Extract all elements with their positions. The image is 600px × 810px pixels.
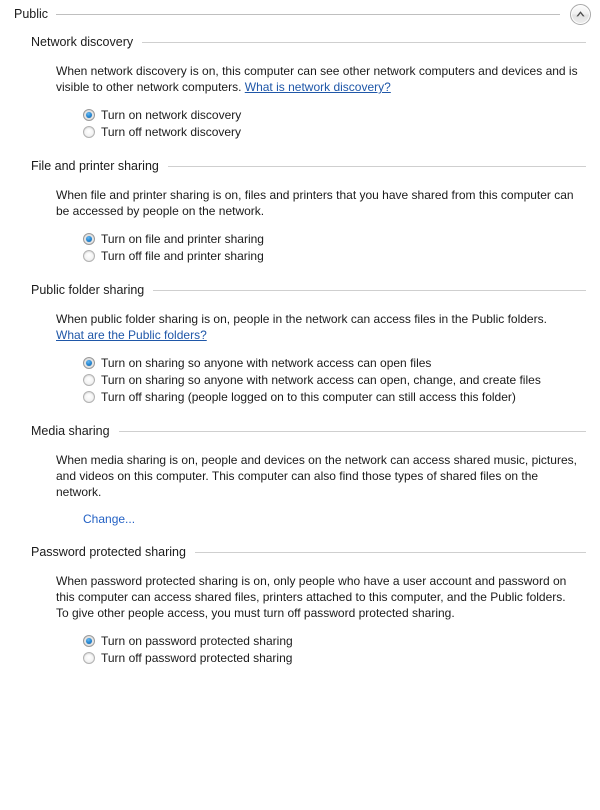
section-header: Password protected sharing <box>0 542 600 562</box>
section-header-rule <box>142 41 586 43</box>
radio-option[interactable]: Turn off password protected sharing <box>83 650 578 666</box>
radio-option[interactable]: Turn on password protected sharing <box>83 633 578 649</box>
action-link-row: Change... <box>56 512 578 526</box>
help-link[interactable]: What are the Public folders? <box>56 328 207 342</box>
section-description: When public folder sharing is on, people… <box>56 312 547 342</box>
chevron-up-icon[interactable] <box>570 3 591 25</box>
section-password-protected-sharing: Password protected sharing When password … <box>0 542 600 666</box>
section-public-folder-sharing: Public folder sharing When public folder … <box>0 280 600 405</box>
section-body: When public folder sharing is on, people… <box>0 311 600 405</box>
radio-option-label: Turn on sharing so anyone with network a… <box>101 356 432 370</box>
section-network-discovery: Network discovery When network discovery … <box>0 32 600 140</box>
section-header: Network discovery <box>0 32 600 52</box>
radio-button-selected[interactable] <box>83 357 95 369</box>
radio-option[interactable]: Turn on file and printer sharing <box>83 231 578 247</box>
section-header: Public folder sharing <box>0 280 600 300</box>
section-description: When media sharing is on, people and dev… <box>56 453 577 499</box>
radio-option-label: Turn on network discovery <box>101 108 242 122</box>
radio-option-label: Turn on password protected sharing <box>101 634 293 648</box>
radio-option-label: Turn off password protected sharing <box>101 651 293 665</box>
radio-button-unselected[interactable] <box>83 652 95 664</box>
radio-group: Turn on network discovery Turn off networ… <box>56 107 578 140</box>
group-header-rule <box>56 13 560 15</box>
section-header-rule <box>118 430 586 432</box>
section-description: When password protected sharing is on, o… <box>56 574 567 620</box>
radio-option-label: Turn on file and printer sharing <box>101 232 264 246</box>
radio-button-selected[interactable] <box>83 109 95 121</box>
radio-button-selected[interactable] <box>83 635 95 647</box>
radio-option[interactable]: Turn off file and printer sharing <box>83 248 578 264</box>
group-header-public: Public <box>0 0 600 28</box>
section-description: When file and printer sharing is on, fil… <box>56 188 574 218</box>
help-link[interactable]: What is network discovery? <box>245 80 391 94</box>
section-title: File and printer sharing <box>31 159 159 173</box>
radio-button-unselected[interactable] <box>83 250 95 262</box>
radio-option-label: Turn off file and printer sharing <box>101 249 264 263</box>
section-description: When network discovery is on, this compu… <box>56 64 578 94</box>
section-file-and-printer-sharing: File and printer sharing When file and pr… <box>0 156 600 264</box>
radio-option[interactable]: Turn off network discovery <box>83 124 578 140</box>
radio-option[interactable]: Turn off sharing (people logged on to th… <box>83 389 578 405</box>
group-title: Public <box>14 7 49 21</box>
section-title: Public folder sharing <box>31 283 145 297</box>
section-body: When file and printer sharing is on, fil… <box>0 187 600 264</box>
section-title: Media sharing <box>31 424 110 438</box>
section-header-rule <box>153 289 586 291</box>
radio-group: Turn on file and printer sharing Turn off… <box>56 231 578 264</box>
change-link[interactable]: Change... <box>83 512 135 526</box>
radio-option[interactable]: Turn on network discovery <box>83 107 578 123</box>
radio-button-unselected[interactable] <box>83 374 95 386</box>
advanced-sharing-settings-page: { "group": { "title": "Public", "collaps… <box>0 0 600 810</box>
radio-option-label: Turn on sharing so anyone with network a… <box>101 373 541 387</box>
section-title: Network discovery <box>31 35 134 49</box>
sections-container: Network discovery When network discovery … <box>0 32 600 666</box>
radio-button-selected[interactable] <box>83 233 95 245</box>
radio-option-label: Turn off network discovery <box>101 125 242 139</box>
radio-button-unselected[interactable] <box>83 391 95 403</box>
section-body: When network discovery is on, this compu… <box>0 63 600 140</box>
section-header-rule <box>194 551 586 553</box>
section-media-sharing: Media sharing When media sharing is on, p… <box>0 421 600 526</box>
radio-button-unselected[interactable] <box>83 126 95 138</box>
section-header-rule <box>167 165 586 167</box>
radio-group: Turn on password protected sharing Turn o… <box>56 633 578 666</box>
section-header: Media sharing <box>0 421 600 441</box>
section-header: File and printer sharing <box>0 156 600 176</box>
section-body: When media sharing is on, people and dev… <box>0 452 600 526</box>
radio-option-label: Turn off sharing (people logged on to th… <box>101 390 516 404</box>
radio-option[interactable]: Turn on sharing so anyone with network a… <box>83 355 578 371</box>
radio-group: Turn on sharing so anyone with network a… <box>56 355 578 405</box>
radio-option[interactable]: Turn on sharing so anyone with network a… <box>83 372 578 388</box>
section-body: When password protected sharing is on, o… <box>0 573 600 666</box>
section-title: Password protected sharing <box>31 545 186 559</box>
